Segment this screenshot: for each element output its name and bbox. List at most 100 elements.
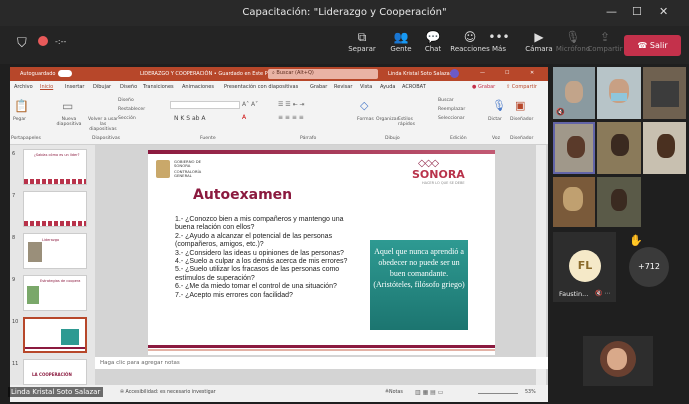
ppt-maximize-icon[interactable]: ☐ bbox=[505, 70, 509, 76]
editor-scrollbar[interactable] bbox=[536, 145, 546, 385]
slide-thumb-9[interactable]: Estrategias de coopera bbox=[23, 275, 87, 311]
align-icons[interactable]: ≡ ≡ ≡ ≡ bbox=[278, 114, 304, 121]
slide-thumb-7[interactable] bbox=[23, 191, 87, 227]
shapes-button[interactable]: Formas bbox=[357, 117, 374, 122]
menu-presentacion[interactable]: Presentación con diapositivas bbox=[224, 84, 298, 90]
ppt-ribbon: 📋 Pegar ▭ Nueva diapositiva Volver a usa… bbox=[10, 93, 548, 145]
reset-button[interactable]: Restablecer bbox=[118, 107, 145, 112]
font-name-select[interactable] bbox=[170, 101, 240, 109]
person-figure bbox=[567, 136, 585, 158]
participant-video[interactable] bbox=[597, 122, 641, 174]
menu-dibujar[interactable]: Dibujar bbox=[93, 84, 111, 90]
gov-logo-text: GOBIERNO DE SONORA bbox=[174, 159, 202, 169]
zoom-level[interactable]: 53% bbox=[525, 390, 536, 395]
ppt-minimize-icon[interactable]: — bbox=[480, 70, 485, 76]
layout-button[interactable]: Diseño bbox=[118, 98, 134, 103]
quick-styles-button[interactable]: Estilos rápidos bbox=[398, 117, 416, 127]
thumb-image bbox=[27, 286, 39, 304]
find-button[interactable]: Buscar bbox=[438, 98, 454, 103]
thumb-pattern bbox=[24, 221, 86, 226]
popout-button[interactable]: ⧉ Separar bbox=[345, 30, 379, 53]
menu-grabar[interactable]: Grabar bbox=[310, 84, 327, 90]
ppt-user-name: Linda Kristal Soto Salazar bbox=[388, 71, 452, 77]
thumb-title: Estrategias de coopera bbox=[40, 279, 81, 283]
menu-diseno[interactable]: Diseño bbox=[120, 84, 137, 90]
slide-thumb-11[interactable]: LA COOPERACIÓN bbox=[23, 359, 87, 385]
participant-video[interactable] bbox=[597, 67, 641, 119]
arrange-button[interactable]: Organizar bbox=[376, 117, 398, 122]
slide-thumb-10-selected[interactable] bbox=[23, 317, 87, 353]
brand-tagline: HACER LO QUE SE DEBE bbox=[422, 181, 465, 185]
reuse-slides-button[interactable]: Volver a usar las diapositivas bbox=[86, 117, 120, 132]
mask bbox=[611, 93, 627, 101]
font-color-icon[interactable]: A bbox=[242, 114, 246, 121]
question-item: 4.- ¿Suelo a culpar a los demás acerca d… bbox=[175, 258, 348, 266]
camera-icon: ▶ bbox=[534, 30, 544, 44]
autosave-toggle[interactable] bbox=[58, 70, 72, 77]
zoom-slider[interactable] bbox=[478, 393, 518, 394]
list-icons[interactable]: ☰ ☰ ⇤ ⇥ bbox=[278, 101, 305, 108]
ppt-titlebar: Autoguardado LIDERAZGO Y COOPERACIÓN • G… bbox=[10, 67, 548, 81]
user-avatar[interactable] bbox=[450, 69, 459, 78]
font-size-icon[interactable]: A˄ A˅ bbox=[242, 101, 258, 108]
share-ppt-button[interactable]: ⇪ Compartir bbox=[506, 84, 537, 90]
meeting-timer: -:-- bbox=[55, 37, 67, 46]
participant-video[interactable] bbox=[643, 67, 686, 119]
participant-tile[interactable]: FL Faustin... 🔇 ⋯ bbox=[553, 232, 616, 302]
slide-heading: Autoexamen bbox=[193, 187, 293, 203]
group-designer: Diseñador bbox=[510, 136, 534, 141]
paste-button[interactable]: Pegar bbox=[13, 117, 26, 122]
person-figure bbox=[611, 189, 627, 211]
slide-thumb-8[interactable]: Liderazgo bbox=[23, 233, 87, 269]
more-button[interactable]: ••• Más bbox=[482, 30, 516, 53]
participant-video[interactable] bbox=[597, 177, 641, 227]
thumb-number: 11 bbox=[12, 361, 19, 367]
font-format-buttons[interactable]: N K S ab A bbox=[174, 115, 205, 122]
menu-ayuda[interactable]: Ayuda bbox=[380, 84, 395, 90]
questions-list: 1.- ¿Conozco bien a mis compañeros y man… bbox=[175, 216, 363, 300]
menu-acrobat[interactable]: ACROBAT bbox=[402, 84, 426, 90]
menu-animaciones[interactable]: Animaciones bbox=[182, 84, 214, 90]
maximize-button[interactable]: ☐ bbox=[632, 5, 642, 18]
new-slide-button[interactable]: Nueva diapositiva bbox=[54, 117, 84, 127]
shapes-icon: ◇ bbox=[360, 99, 369, 112]
menu-transiciones[interactable]: Transiciones bbox=[143, 84, 174, 90]
ppt-file-title: LIDERAZGO Y COOPERACIÓN • Guardado en Es… bbox=[140, 71, 272, 77]
question-item: 3.- ¿Considero las ideas u opiniones de … bbox=[175, 249, 344, 257]
participant-video[interactable] bbox=[553, 177, 595, 227]
share-icon: ⇪ bbox=[599, 30, 611, 44]
replace-button[interactable]: Reemplazar bbox=[438, 107, 465, 112]
share-button[interactable]: ⇪ Compartir bbox=[587, 30, 623, 53]
close-window-button[interactable]: ✕ bbox=[659, 5, 668, 18]
designer-button[interactable]: Diseñador bbox=[510, 117, 533, 122]
menu-revisar[interactable]: Revisar bbox=[334, 84, 352, 90]
menu-vista[interactable]: Vista bbox=[360, 84, 372, 90]
minimize-button[interactable]: — bbox=[606, 5, 617, 18]
menu-inicio[interactable]: Inicio bbox=[40, 84, 53, 90]
more-participants-badge[interactable]: +712 bbox=[629, 247, 669, 287]
dictate-button[interactable]: Dictar bbox=[488, 117, 502, 122]
participant-video-active[interactable] bbox=[553, 122, 595, 174]
chat-button[interactable]: 💬 Chat bbox=[416, 30, 450, 53]
select-button[interactable]: Seleccionar bbox=[438, 116, 465, 121]
slide-thumb-6[interactable]: ¿Sabías cómo es un líder? bbox=[23, 149, 87, 185]
record-button[interactable]: ● Grabar bbox=[472, 84, 495, 90]
notes-button[interactable]: ≜Notas bbox=[385, 390, 403, 395]
meeting-toolbar: ⛉ -:-- ⧉ Separar 👥 Gente 💬 Chat ☺ Reacciones… bbox=[0, 26, 689, 64]
microphone-button[interactable]: 🎙 Micrófono bbox=[555, 30, 591, 53]
accessibility-status[interactable]: ✇ Accesibilidad: es necesario investigar bbox=[120, 390, 216, 395]
self-video[interactable] bbox=[583, 336, 653, 386]
camera-button[interactable]: ▶ Cámara bbox=[522, 30, 556, 53]
menu-insertar[interactable]: Insertar bbox=[65, 84, 84, 90]
notes-pane[interactable]: Haga clic para agregar notas bbox=[95, 357, 548, 369]
section-button[interactable]: Sección bbox=[118, 116, 136, 121]
ppt-close-icon[interactable]: ✕ bbox=[530, 70, 534, 76]
ppt-search-box[interactable]: ⌕ Buscar (Alt+Q) bbox=[268, 69, 378, 79]
people-button[interactable]: 👥 Gente bbox=[384, 30, 418, 53]
participant-video[interactable] bbox=[643, 122, 686, 174]
view-buttons[interactable]: ▥ ▦ ▤ ▭ bbox=[415, 389, 443, 396]
question-item: 7.- ¿Acepto mis errores con facilidad? bbox=[175, 291, 293, 299]
menu-archivo[interactable]: Archivo bbox=[14, 84, 33, 90]
participant-video[interactable]: 🔇 bbox=[553, 67, 595, 119]
leave-button[interactable]: ☎ Salir bbox=[624, 35, 681, 56]
